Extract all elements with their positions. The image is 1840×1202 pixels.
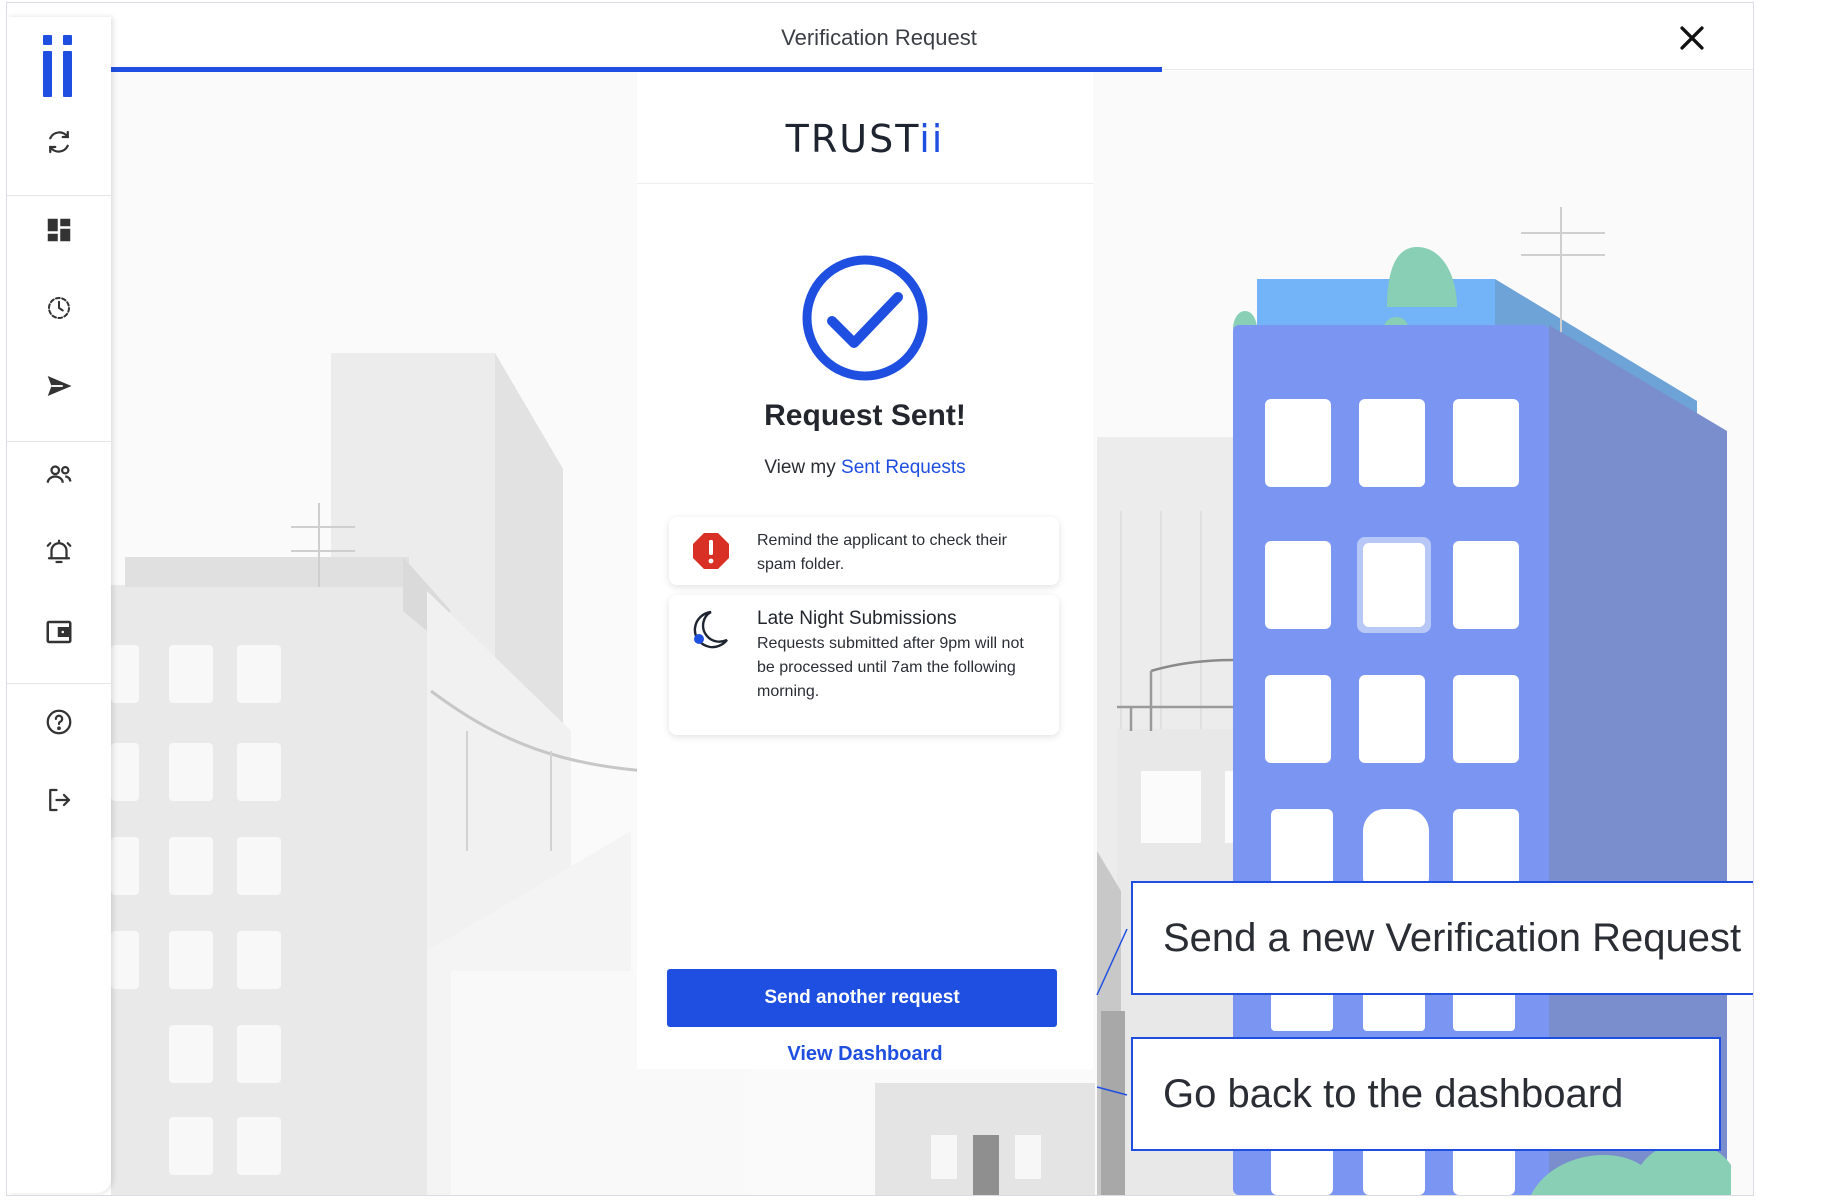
notice-text: Remind the applicant to check their spam… (757, 532, 1007, 573)
sidebar-item-help[interactable] (7, 695, 111, 749)
notice-body: Late Night Submissions Requests submitte… (757, 607, 1041, 704)
help-icon (46, 709, 72, 735)
view-requests-line: View my Sent Requests (764, 457, 966, 478)
close-button[interactable] (1675, 21, 1709, 55)
history-icon (48, 297, 70, 319)
send-another-request-button[interactable]: Send another request (667, 969, 1057, 1027)
sidebar-item-alarm[interactable] (7, 525, 111, 579)
app-window: Verification Request TRUSTii Request Sen… (6, 2, 1754, 1196)
alarm-icon (46, 539, 72, 564)
callout-back-to-dashboard: Go back to the dashboard (1131, 1037, 1721, 1151)
dashboard-icon (47, 218, 71, 242)
confirmation-panel: TRUSTii Request Sent! View my Sent Reque… (637, 69, 1093, 1069)
sidebar-item-users[interactable] (7, 447, 111, 501)
send-icon (47, 376, 72, 396)
trustii-logo: TRUSTii (785, 117, 945, 161)
alert-octagon-icon (693, 533, 729, 569)
sidebar-item-wallet[interactable] (7, 605, 111, 659)
sidebar (7, 17, 111, 1193)
sidebar-item-logout[interactable] (7, 773, 111, 827)
view-dashboard-link[interactable]: View Dashboard (637, 1043, 1093, 1066)
check-circle-icon (802, 255, 928, 381)
divider (637, 183, 1093, 184)
sidebar-item-send[interactable] (7, 359, 111, 413)
sidebar-item-history[interactable] (7, 281, 111, 335)
moon-icon (693, 610, 728, 649)
late-night-notice: Late Night Submissions Requests submitte… (669, 595, 1059, 735)
logout-icon (49, 788, 71, 812)
brand-logo (43, 35, 77, 97)
progress-bar (111, 67, 1162, 72)
header: Verification Request (111, 3, 1753, 72)
close-icon (1680, 26, 1704, 50)
refresh-icon (49, 130, 69, 154)
wallet-icon (46, 620, 72, 644)
callout-send-new-request: Send a new Verification Request (1131, 881, 1753, 995)
page-title: Verification Request (781, 25, 977, 50)
spam-reminder-notice: Remind the applicant to check their spam… (669, 517, 1059, 585)
sent-requests-link[interactable]: Sent Requests (841, 457, 966, 478)
success-heading: Request Sent! (764, 399, 966, 432)
sidebar-item-dashboard[interactable] (7, 203, 111, 257)
users-icon (46, 465, 72, 483)
notice-title: Late Night Submissions (757, 608, 957, 629)
sidebar-item-refresh[interactable] (7, 115, 111, 169)
